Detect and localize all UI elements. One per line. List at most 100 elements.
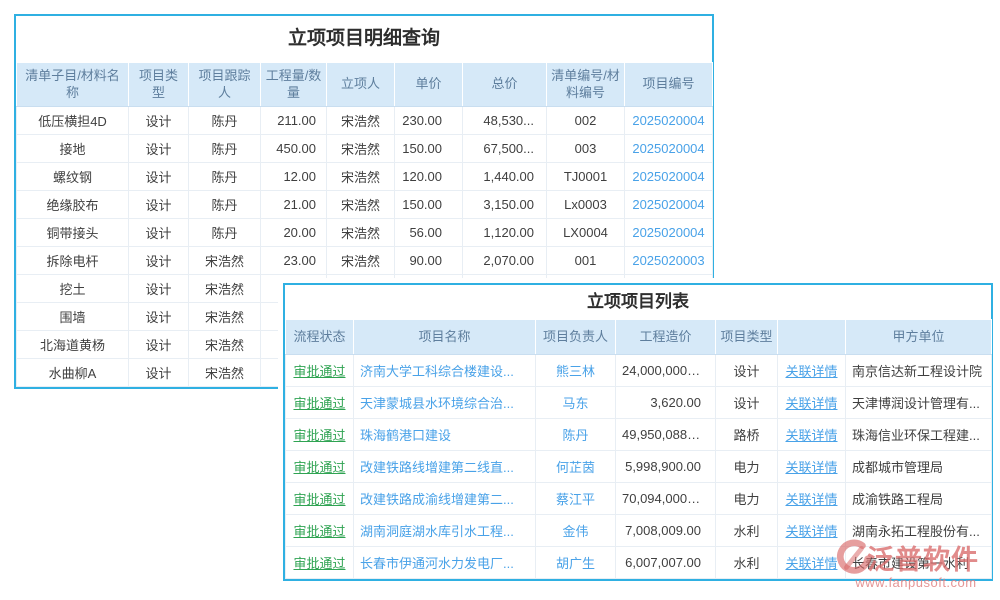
table-row: 审批通过湖南洞庭湖水库引水工程...金伟7,008,009.00水利关联详情湖南… xyxy=(286,515,992,547)
project-name-link[interactable]: 湖南洞庭湖水库引水工程... xyxy=(354,515,536,547)
project-name-link[interactable]: 济南大学工科综合楼建设... xyxy=(354,355,536,387)
unit-price-cell: 120.00 xyxy=(395,163,463,191)
material-name-cell: 螺纹钢 xyxy=(17,163,129,191)
tracker-cell: 宋浩然 xyxy=(189,303,261,331)
relation-detail-link[interactable]: 关联详情 xyxy=(778,451,846,483)
type-cell: 路桥 xyxy=(716,419,778,451)
column-header: 项目跟踪人 xyxy=(189,63,261,107)
manager-link[interactable]: 马东 xyxy=(536,387,616,419)
cost-cell: 3,620.00 xyxy=(616,387,716,419)
project-type-cell: 设计 xyxy=(129,303,189,331)
cost-cell: 24,000,000.00 xyxy=(616,355,716,387)
list-table-title: 立项项目列表 xyxy=(285,285,991,319)
column-header: 甲方单位 xyxy=(846,320,992,355)
project-type-cell: 设计 xyxy=(129,107,189,135)
material-name-cell: 围墙 xyxy=(17,303,129,331)
column-header xyxy=(778,320,846,355)
total-price-cell: 1,440.00 xyxy=(463,163,547,191)
cost-cell: 7,008,009.00 xyxy=(616,515,716,547)
project-number-link[interactable]: 2025020004 xyxy=(625,191,713,219)
table-row: 审批通过天津蒙城县水环境综合治...马东3,620.00设计关联详情天津博润设计… xyxy=(286,387,992,419)
relation-detail-link[interactable]: 关联详情 xyxy=(778,483,846,515)
project-number-link[interactable]: 2025020003 xyxy=(625,247,713,275)
table-row: 接地设计陈丹450.00宋浩然150.0067,500...0032025020… xyxy=(17,135,713,163)
project-name-link[interactable]: 珠海鹤港口建设 xyxy=(354,419,536,451)
column-header: 总价 xyxy=(463,63,547,107)
unit-price-cell: 90.00 xyxy=(395,247,463,275)
material-name-cell: 北海道黄杨 xyxy=(17,331,129,359)
manager-link[interactable]: 陈丹 xyxy=(536,419,616,451)
initiator-cell: 宋浩然 xyxy=(327,163,395,191)
tracker-cell: 宋浩然 xyxy=(189,247,261,275)
material-name-cell: 水曲柳A xyxy=(17,359,129,387)
tracker-cell: 陈丹 xyxy=(189,219,261,247)
tracker-cell: 陈丹 xyxy=(189,191,261,219)
material-name-cell: 挖土 xyxy=(17,275,129,303)
type-cell: 电力 xyxy=(716,483,778,515)
client-cell: 长春市建设第一水利 xyxy=(846,547,992,579)
initiator-cell: 宋浩然 xyxy=(327,107,395,135)
project-name-link[interactable]: 长春市伊通河水力发电厂... xyxy=(354,547,536,579)
table-row: 螺纹钢设计陈丹12.00宋浩然120.001,440.00TJ000120250… xyxy=(17,163,713,191)
table-row: 审批通过济南大学工科综合楼建设...熊三林24,000,000.00设计关联详情… xyxy=(286,355,992,387)
column-header: 项目类型 xyxy=(129,63,189,107)
project-number-link[interactable]: 2025020004 xyxy=(625,219,713,247)
project-name-link[interactable]: 改建铁路线增建第二线直... xyxy=(354,451,536,483)
unit-price-cell: 56.00 xyxy=(395,219,463,247)
client-cell: 天津博润设计管理有... xyxy=(846,387,992,419)
status-link[interactable]: 审批通过 xyxy=(286,419,354,451)
project-type-cell: 设计 xyxy=(129,275,189,303)
cost-cell: 5,998,900.00 xyxy=(616,451,716,483)
unit-price-cell: 150.00 xyxy=(395,191,463,219)
relation-detail-link[interactable]: 关联详情 xyxy=(778,355,846,387)
project-number-link[interactable]: 2025020004 xyxy=(625,163,713,191)
manager-link[interactable]: 蔡江平 xyxy=(536,483,616,515)
table-row: 绝缘胶布设计陈丹21.00宋浩然150.003,150.00Lx00032025… xyxy=(17,191,713,219)
status-link[interactable]: 审批通过 xyxy=(286,387,354,419)
manager-link[interactable]: 熊三林 xyxy=(536,355,616,387)
total-price-cell: 1,120.00 xyxy=(463,219,547,247)
manager-link[interactable]: 胡广生 xyxy=(536,547,616,579)
project-type-cell: 设计 xyxy=(129,331,189,359)
list-code-cell: TJ0001 xyxy=(547,163,625,191)
table-row: 拆除电杆设计宋浩然23.00宋浩然90.002,070.000012025020… xyxy=(17,247,713,275)
project-name-link[interactable]: 天津蒙城县水环境综合治... xyxy=(354,387,536,419)
column-header: 项目名称 xyxy=(354,320,536,355)
list-code-cell: LX0004 xyxy=(547,219,625,247)
client-cell: 南京信达新工程设计院 xyxy=(846,355,992,387)
initiator-cell: 宋浩然 xyxy=(327,219,395,247)
tracker-cell: 陈丹 xyxy=(189,163,261,191)
column-header: 立项人 xyxy=(327,63,395,107)
table-row: 审批通过改建铁路线增建第二线直...何芷茵5,998,900.00电力关联详情成… xyxy=(286,451,992,483)
project-number-link[interactable]: 2025020004 xyxy=(625,135,713,163)
relation-detail-link[interactable]: 关联详情 xyxy=(778,515,846,547)
manager-link[interactable]: 金伟 xyxy=(536,515,616,547)
manager-link[interactable]: 何芷茵 xyxy=(536,451,616,483)
initiator-cell: 宋浩然 xyxy=(327,135,395,163)
initiator-cell: 宋浩然 xyxy=(327,191,395,219)
table-row: 铜带接头设计陈丹20.00宋浩然56.001,120.00LX000420250… xyxy=(17,219,713,247)
project-number-link[interactable]: 2025020004 xyxy=(625,107,713,135)
material-name-cell: 拆除电杆 xyxy=(17,247,129,275)
project-type-cell: 设计 xyxy=(129,219,189,247)
project-type-cell: 设计 xyxy=(129,247,189,275)
status-link[interactable]: 审批通过 xyxy=(286,451,354,483)
list-code-cell: 001 xyxy=(547,247,625,275)
status-link[interactable]: 审批通过 xyxy=(286,355,354,387)
relation-detail-link[interactable]: 关联详情 xyxy=(778,419,846,451)
status-link[interactable]: 审批通过 xyxy=(286,547,354,579)
relation-detail-link[interactable]: 关联详情 xyxy=(778,547,846,579)
unit-price-cell: 230.00 xyxy=(395,107,463,135)
status-link[interactable]: 审批通过 xyxy=(286,515,354,547)
total-price-cell: 67,500... xyxy=(463,135,547,163)
type-cell: 电力 xyxy=(716,451,778,483)
status-link[interactable]: 审批通过 xyxy=(286,483,354,515)
detail-table-title: 立项项目明细查询 xyxy=(16,16,712,62)
type-cell: 设计 xyxy=(716,355,778,387)
total-price-cell: 3,150.00 xyxy=(463,191,547,219)
type-cell: 水利 xyxy=(716,547,778,579)
quantity-cell: 20.00 xyxy=(261,219,327,247)
project-type-cell: 设计 xyxy=(129,135,189,163)
project-name-link[interactable]: 改建铁路成渝线增建第二... xyxy=(354,483,536,515)
relation-detail-link[interactable]: 关联详情 xyxy=(778,387,846,419)
